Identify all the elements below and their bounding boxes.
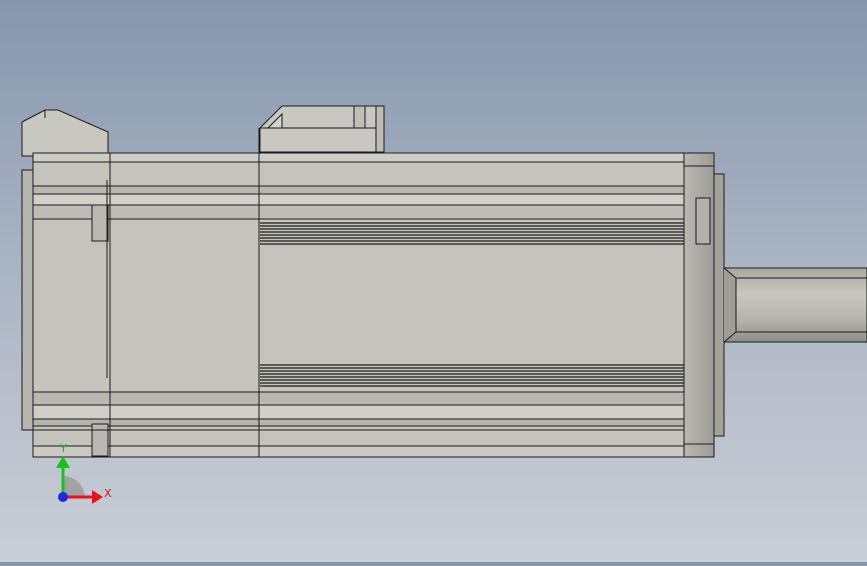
output-shaft xyxy=(723,267,867,343)
x-axis-label: X xyxy=(104,487,112,500)
encoder-cap xyxy=(21,109,109,157)
rear-end-plate xyxy=(21,169,35,431)
z-axis-icon xyxy=(58,492,68,502)
motor-model[interactable]: X Y xyxy=(0,0,867,562)
y-axis-label: Y xyxy=(59,442,67,455)
cad-viewport[interactable]: X Y xyxy=(0,0,867,562)
